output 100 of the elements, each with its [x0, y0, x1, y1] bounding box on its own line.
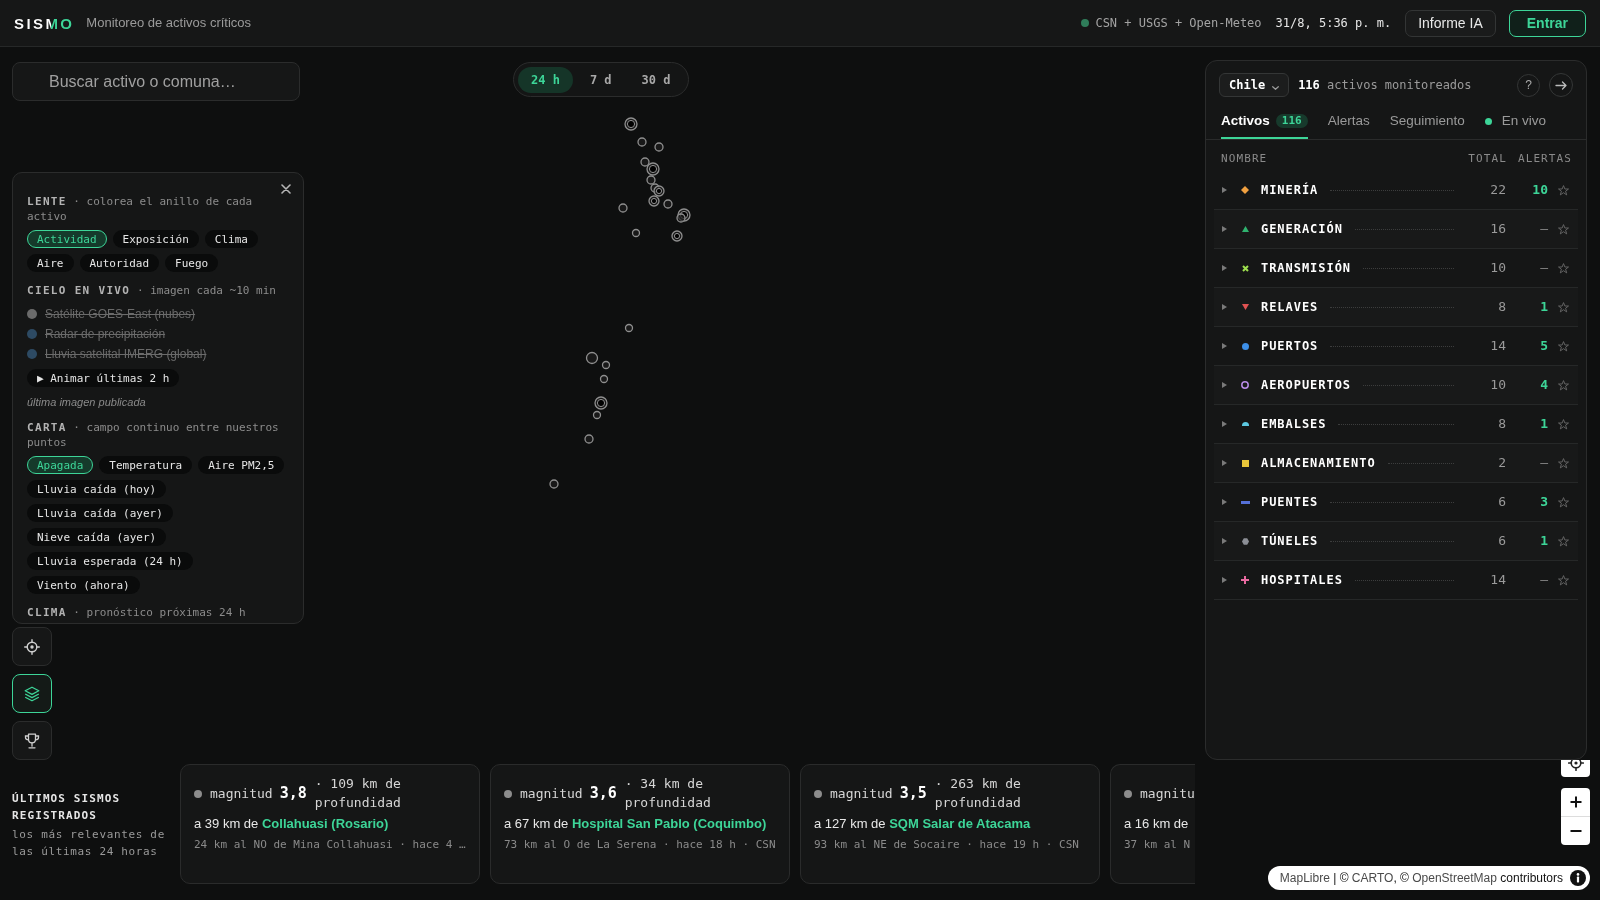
option-chip[interactable]: Apagada: [27, 456, 94, 474]
category-name: TÚNELES: [1261, 532, 1319, 550]
option-chip[interactable]: Clima: [204, 230, 258, 248]
map-marker: [599, 374, 609, 384]
column-header: ALERTAS: [1517, 152, 1572, 165]
option-chip[interactable]: Actividad: [27, 230, 107, 248]
category-name: TRANSMISIÓN: [1261, 259, 1352, 277]
map-marker: [594, 396, 608, 410]
alert-count: –: [1540, 454, 1548, 473]
close-icon[interactable]: [281, 184, 291, 194]
tab[interactable]: Activos 116: [1221, 108, 1308, 139]
caret-icon[interactable]: [1222, 187, 1227, 193]
map-marker: [640, 157, 650, 167]
caret-icon[interactable]: [1222, 538, 1227, 544]
caret-icon[interactable]: [1222, 499, 1227, 505]
caret-icon[interactable]: [1222, 460, 1227, 466]
map-marker: [653, 185, 665, 197]
time-range-tab[interactable]: 30 d: [628, 66, 684, 93]
attribution-link[interactable]: MapLibre: [1279, 871, 1330, 885]
distance-text: a 16 km de: [1124, 815, 1190, 832]
star-icon[interactable]: [1558, 184, 1569, 196]
time-range-tab[interactable]: 7 d: [576, 66, 625, 93]
option-chip[interactable]: Lluvia esperada (24 h): [27, 552, 193, 570]
info-icon[interactable]: [1570, 870, 1586, 886]
tab[interactable]: Alertas: [1327, 108, 1370, 139]
login-button[interactable]: Entrar: [1508, 9, 1586, 37]
location-detail: 73 km al O de La Serena · hace 18 h · CSN: [504, 838, 777, 852]
locate-button[interactable]: [1561, 760, 1590, 777]
caret-icon[interactable]: [1222, 226, 1227, 232]
map-tool-button[interactable]: [12, 627, 52, 666]
star-icon[interactable]: [1558, 496, 1569, 508]
quake-card[interactable]: magnitu a 16 km de 37 km al N: [1110, 764, 1195, 884]
tab[interactable]: En vivo: [1484, 108, 1547, 139]
dot-icon: [504, 789, 512, 798]
caret-icon[interactable]: [1222, 265, 1227, 271]
star-icon[interactable]: [1558, 418, 1569, 430]
star-icon[interactable]: [1558, 535, 1569, 547]
star-icon[interactable]: [1558, 457, 1569, 469]
star-icon[interactable]: [1558, 340, 1569, 352]
category-name: GENERACIÓN: [1261, 220, 1343, 238]
attribution-text: MapLibre | © CARTO, © OpenStreetMap contributors: [1279, 870, 1563, 886]
count-badge: 116: [1275, 114, 1308, 128]
option-chip[interactable]: Exposición: [112, 230, 199, 248]
caret-icon[interactable]: [1222, 304, 1227, 310]
category-name: PUENTES: [1261, 494, 1319, 511]
star-icon[interactable]: [1558, 301, 1569, 313]
location-detail: 24 km al NO de Mina Collahuasi · hace 4 …: [194, 838, 467, 852]
asset-link[interactable]: SQM Salar de Atacama: [889, 816, 1031, 831]
map-marker: [646, 162, 660, 176]
map-marker: [676, 213, 686, 223]
search-field[interactable]: Buscar activo o comuna…: [12, 62, 300, 101]
caret-icon[interactable]: [1222, 421, 1227, 427]
caret-icon[interactable]: [1222, 382, 1227, 388]
star-icon[interactable]: [1558, 574, 1569, 586]
option-chip[interactable]: Temperatura: [99, 456, 193, 474]
region-dropdown[interactable]: Chile: [1219, 73, 1290, 97]
caret-icon[interactable]: [1222, 577, 1227, 583]
star-icon[interactable]: [1558, 379, 1569, 391]
category-name: AEROPUERTOS: [1261, 377, 1352, 394]
option-chip[interactable]: Lluvia caída (hoy): [27, 480, 167, 498]
alert-count: 1: [1540, 415, 1548, 434]
option-chip[interactable]: Fuego: [165, 254, 219, 272]
total-count: 10: [1490, 259, 1506, 278]
total-count: 6: [1498, 532, 1506, 551]
caret-icon[interactable]: [1222, 343, 1227, 349]
alert-count: –: [1540, 220, 1548, 239]
tab[interactable]: Seguimiento: [1389, 108, 1465, 139]
magnitude-value: 3,8: [279, 783, 307, 805]
option-chip[interactable]: Autoridad: [79, 254, 160, 272]
map-tool-button[interactable]: [12, 721, 52, 760]
distance-text: a 127 km de SQM Salar de Atacama: [814, 815, 1032, 832]
minus-icon: [1569, 830, 1582, 832]
section-heading: LENTE · colorea el anillo de cada activo: [27, 194, 254, 224]
star-icon[interactable]: [1558, 223, 1569, 235]
report-button[interactable]: Informe IA: [1405, 9, 1496, 37]
map-marker: [631, 228, 641, 238]
total-count: 14: [1490, 337, 1506, 356]
option-chip[interactable]: Nieve caída (ayer): [27, 528, 167, 546]
alert-count: 1: [1540, 532, 1548, 551]
total-count: 8: [1498, 298, 1506, 317]
option-chip[interactable]: Viento (ahora): [27, 576, 140, 594]
animate-button[interactable]: ▶ Animar últimas 2 h: [27, 369, 180, 387]
map-tool-button[interactable]: [12, 674, 52, 713]
option-chip[interactable]: Aire PM2,5: [198, 456, 285, 474]
asset-link[interactable]: Collahuasi (Rosario): [261, 816, 389, 831]
category-row[interactable]: HOSPITALES 14 –: [1214, 561, 1578, 600]
distance-text: a 67 km de Hospital San Pablo (Coquimbo): [504, 815, 768, 832]
magnitude-label: magnitu: [1140, 784, 1195, 803]
option-chip[interactable]: Lluvia caída (ayer): [27, 504, 173, 522]
asset-link[interactable]: Hospital San Pablo (Coquimbo): [571, 816, 767, 831]
star-icon[interactable]: [1558, 262, 1569, 274]
trophy-icon: [24, 732, 40, 749]
layer-toggle[interactable]: Lluvia satelital IMERG (global): [27, 344, 207, 364]
data-sources: CSN + USGS + Open-Meteo: [1095, 15, 1262, 32]
dot-icon: [1124, 789, 1132, 798]
option-chip[interactable]: Aire: [27, 254, 74, 272]
alert-count: 3: [1540, 493, 1548, 512]
magnitude-label: magnitud: [830, 784, 893, 803]
time-range-tab[interactable]: 24 h: [518, 66, 573, 93]
attribution-link[interactable]: OpenStreetMap: [1412, 871, 1497, 885]
